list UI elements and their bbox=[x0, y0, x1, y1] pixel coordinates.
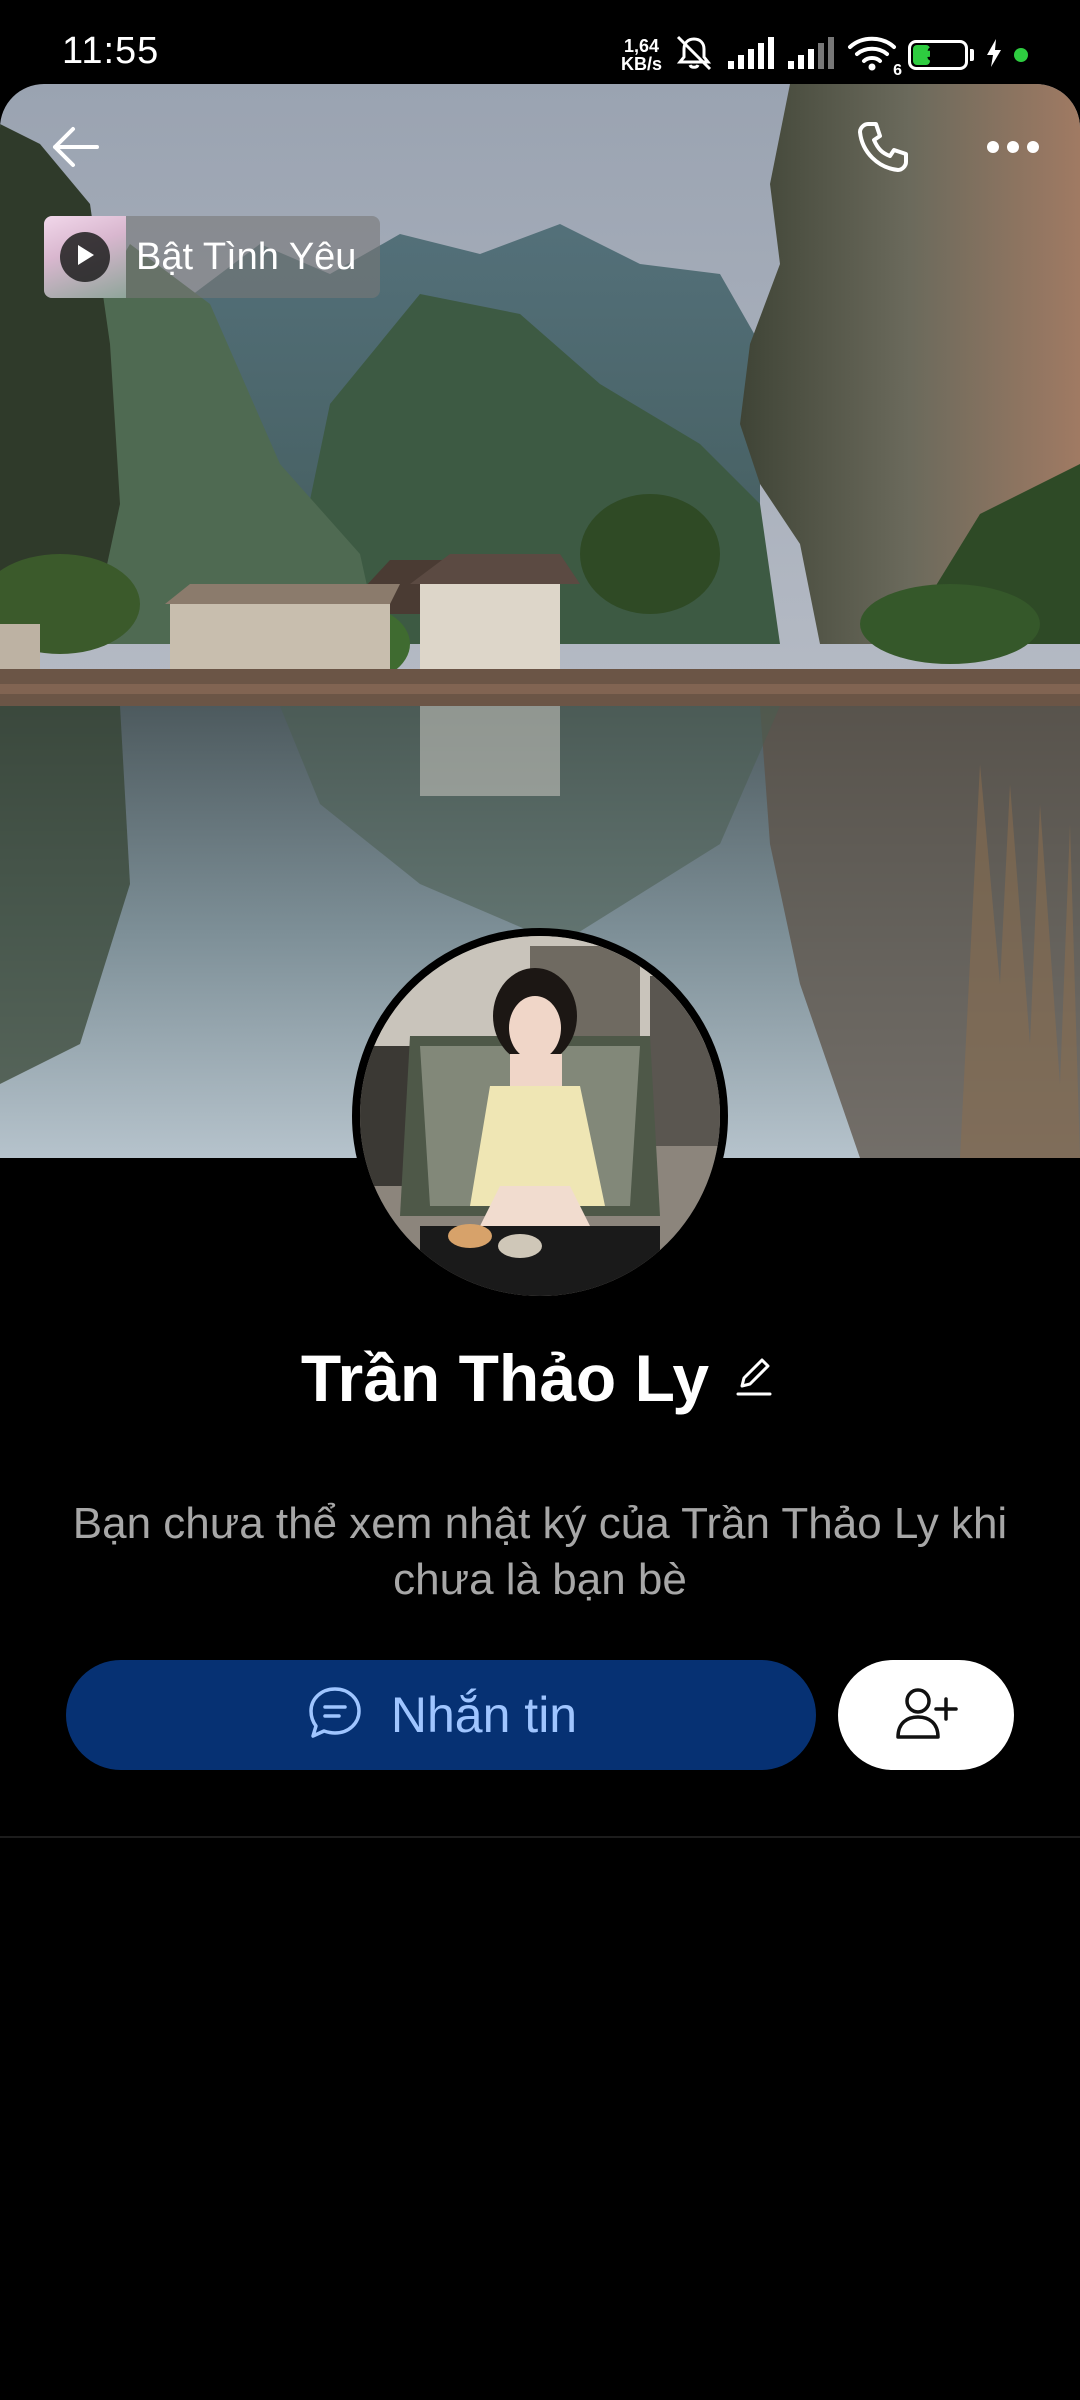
battery-icon: 38 bbox=[908, 40, 968, 70]
privacy-indicator-dot bbox=[1014, 48, 1028, 62]
pencil-icon bbox=[734, 1354, 774, 1403]
network-speed-value: 1,64 bbox=[623, 36, 660, 56]
wifi-icon: 6 bbox=[846, 33, 902, 79]
music-thumbnail bbox=[44, 216, 126, 298]
signal-icon-2 bbox=[786, 35, 836, 76]
profile-screen: 11:55 1,64 KB/s 6 38 Bật Tình Yêu Trần T… bbox=[0, 0, 1080, 2400]
avatar[interactable] bbox=[352, 928, 728, 1304]
play-button[interactable] bbox=[60, 232, 110, 282]
message-button-label: Nhắn tin bbox=[390, 1687, 578, 1743]
privacy-note: Bạn chưa thể xem nhật ký của Trần Thảo L… bbox=[72, 1499, 1008, 1604]
network-speed: 1,64 KB/s bbox=[621, 37, 662, 73]
add-user-icon bbox=[894, 1685, 958, 1746]
call-button[interactable] bbox=[838, 104, 928, 194]
status-time: 11:55 bbox=[62, 30, 160, 72]
network-speed-unit: KB/s bbox=[620, 54, 662, 74]
music-title: Bật Tình Yêu bbox=[136, 235, 357, 278]
charging-icon bbox=[984, 37, 1004, 74]
phone-icon bbox=[854, 118, 912, 181]
status-icons: 1,64 KB/s 6 38 bbox=[621, 30, 1028, 80]
more-dots-icon bbox=[985, 139, 1041, 160]
profile-music-chip[interactable]: Bật Tình Yêu bbox=[44, 216, 380, 298]
status-bar: 11:55 1,64 KB/s 6 38 bbox=[0, 0, 1080, 96]
chat-bubble-icon bbox=[305, 1683, 365, 1748]
mute-icon bbox=[672, 33, 716, 78]
arrow-left-icon bbox=[47, 123, 103, 176]
profile-name: Trần Thảo Ly bbox=[300, 1341, 710, 1415]
signal-icon bbox=[726, 35, 776, 76]
battery-percent: 38 bbox=[926, 43, 950, 66]
more-options-button[interactable] bbox=[968, 104, 1058, 194]
profile-name-row: Trần Thảo Ly bbox=[0, 1340, 1080, 1416]
wifi-badge: 6 bbox=[893, 61, 902, 79]
back-button[interactable] bbox=[30, 104, 120, 194]
battery-cap bbox=[970, 49, 974, 61]
section-divider bbox=[0, 1836, 1080, 1838]
message-button[interactable]: Nhắn tin bbox=[66, 1660, 816, 1770]
add-friend-button[interactable] bbox=[838, 1660, 1014, 1770]
edit-name-button[interactable] bbox=[729, 1353, 779, 1403]
play-icon bbox=[74, 243, 96, 272]
